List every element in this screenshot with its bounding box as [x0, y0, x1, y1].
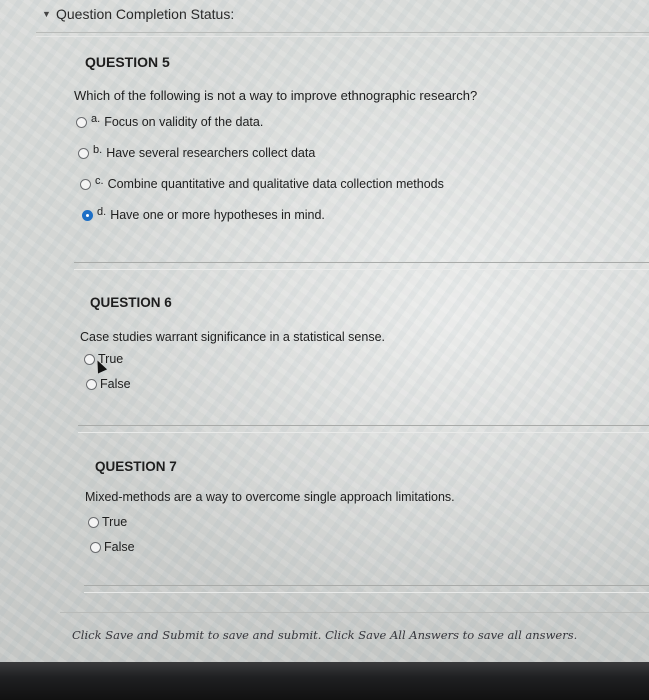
- radio-button[interactable]: [88, 516, 99, 528]
- question-7-option-false[interactable]: False: [90, 540, 135, 554]
- option-text: True: [102, 515, 128, 529]
- screen-background: [0, 0, 649, 700]
- radio-button[interactable]: [86, 378, 97, 390]
- radio-button[interactable]: [90, 541, 101, 553]
- monitor-bezel: [0, 662, 649, 700]
- question-5-text: Which of the following is not a way to i…: [74, 88, 478, 103]
- radio-button[interactable]: [78, 147, 89, 159]
- question-5-option-b[interactable]: b. Have several researchers collect data: [78, 144, 316, 160]
- option-text: Focus on validity of the data.: [104, 115, 264, 129]
- question-5-title: QUESTION 5: [85, 54, 170, 70]
- option-text: False: [100, 377, 131, 391]
- question-6-option-false[interactable]: False: [86, 377, 131, 391]
- chevron-down-icon[interactable]: ▼: [42, 9, 51, 19]
- question-6-title: QUESTION 6: [90, 295, 172, 310]
- radio-button[interactable]: [76, 116, 87, 128]
- option-text: Have several researchers collect data: [106, 146, 316, 160]
- question-6-text: Case studies warrant significance in a s…: [80, 330, 386, 344]
- option-letter: d.: [97, 206, 107, 218]
- question-5-option-c[interactable]: c. Combine quantitative and qualitative …: [80, 175, 444, 191]
- option-letter: a.: [91, 113, 101, 125]
- option-text: Combine quantitative and qualitative dat…: [107, 177, 444, 191]
- divider: [36, 36, 649, 37]
- question-divider: [78, 425, 649, 433]
- question-divider: [74, 262, 649, 270]
- question-divider: [84, 585, 649, 593]
- question-7-option-true[interactable]: True: [88, 515, 127, 529]
- question-5-option-d[interactable]: d. Have one or more hypotheses in mind.: [82, 206, 325, 222]
- radio-button[interactable]: [80, 178, 91, 190]
- option-letter: b.: [93, 144, 103, 156]
- footer-instructions: Click Save and Submit to save and submit…: [72, 628, 578, 642]
- option-text: False: [104, 540, 135, 554]
- question-5-option-a[interactable]: a. Focus on validity of the data.: [76, 113, 264, 129]
- question-7-text: Mixed-methods are a way to overcome sing…: [85, 490, 455, 504]
- footer-divider: [60, 612, 649, 613]
- option-letter: c.: [95, 175, 104, 187]
- radio-button-selected[interactable]: [82, 209, 93, 221]
- completion-status-bar[interactable]: ▼ Question Completion Status:: [0, 0, 649, 28]
- question-7-title: QUESTION 7: [95, 459, 177, 474]
- divider: [36, 32, 649, 33]
- option-text: Have one or more hypotheses in mind.: [110, 208, 325, 222]
- completion-status-label: Question Completion Status:: [56, 6, 235, 22]
